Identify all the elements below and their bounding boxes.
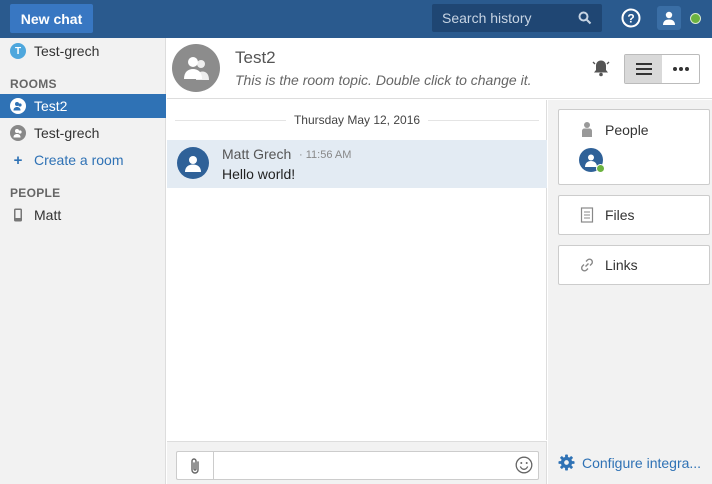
mobile-device-icon xyxy=(14,208,22,222)
sidebar-item-label: Test2 xyxy=(34,98,68,114)
room-header: Test2 This is the room topic. Double cli… xyxy=(167,38,712,99)
search-placeholder: Search history xyxy=(442,10,532,26)
message-input[interactable] xyxy=(213,451,539,480)
chat-message-area[interactable]: Thursday May 12, 2016 Matt Grech · 11:56… xyxy=(167,100,547,440)
sidebar-item-label: Test-grech xyxy=(34,125,100,141)
files-card-label: Files xyxy=(605,207,635,223)
notification-bell-icon[interactable] xyxy=(591,58,611,78)
top-bar: New chat Search history ? xyxy=(0,0,712,38)
gear-icon xyxy=(558,454,575,471)
presence-online-indicator[interactable] xyxy=(690,13,701,24)
search-icon xyxy=(578,11,592,25)
rooms-heading: ROOMS xyxy=(10,77,57,91)
sidebar-item-room-test-grech[interactable]: Test-grech xyxy=(0,121,166,145)
people-heading: PEOPLE xyxy=(10,186,61,200)
room-icon xyxy=(10,125,26,141)
view-toggle-group xyxy=(624,54,700,84)
link-icon xyxy=(580,258,594,272)
sidebar-item-label: Test-grech xyxy=(34,43,100,59)
create-room-link[interactable]: + Create a room xyxy=(0,148,166,172)
date-separator: Thursday May 12, 2016 xyxy=(167,112,547,128)
right-panel: People Files Links Configure integra... xyxy=(548,100,712,484)
file-icon xyxy=(580,207,594,223)
new-chat-button[interactable]: New chat xyxy=(10,4,93,33)
people-card-label: People xyxy=(605,122,649,138)
message-author[interactable]: Matt Grech xyxy=(222,146,291,162)
room-topic[interactable]: This is the room topic. Double click to … xyxy=(235,72,531,88)
svg-text:?: ? xyxy=(627,12,634,26)
people-card[interactable]: People xyxy=(558,109,710,185)
user-icon xyxy=(663,11,675,25)
room-avatar[interactable] xyxy=(172,44,220,92)
user-initial-badge: T xyxy=(10,43,26,59)
attach-file-button[interactable] xyxy=(176,451,213,480)
message-input-bar xyxy=(167,441,547,484)
configure-integrations-link[interactable]: Configure integra... xyxy=(558,454,701,471)
help-icon[interactable]: ? xyxy=(621,8,641,28)
configure-integrations-label: Configure integra... xyxy=(582,454,702,471)
sidebar: T Test-grech ROOMS Test2 Test-grech + Cr… xyxy=(0,38,166,484)
message-text: Hello world! xyxy=(222,166,296,182)
user-icon xyxy=(185,156,201,172)
list-view-button[interactable] xyxy=(625,55,662,83)
plus-icon: + xyxy=(13,151,23,169)
avatar[interactable] xyxy=(177,147,209,179)
sidebar-item-label: Matt xyxy=(34,207,62,223)
date-separator-text: Thursday May 12, 2016 xyxy=(293,113,421,127)
emoji-icon[interactable] xyxy=(515,456,533,474)
list-icon xyxy=(635,63,652,75)
paperclip-icon xyxy=(191,457,199,474)
chat-message[interactable]: Matt Grech · 11:56 AM Hello world! xyxy=(167,140,547,188)
room-title[interactable]: Test2 xyxy=(235,48,276,68)
files-card[interactable]: Files xyxy=(558,195,710,235)
room-icon xyxy=(184,57,209,80)
more-dots-icon xyxy=(672,67,689,71)
create-room-label: Create a room xyxy=(34,152,124,168)
more-options-button[interactable] xyxy=(662,55,699,83)
sidebar-item-person-matt[interactable]: Matt xyxy=(0,203,166,227)
links-card[interactable]: Links xyxy=(558,245,710,285)
person-icon xyxy=(582,122,592,137)
user-avatar-button[interactable] xyxy=(657,6,681,30)
room-icon xyxy=(10,98,26,114)
search-history-input[interactable]: Search history xyxy=(432,4,602,32)
sidebar-item-room-test2[interactable]: Test2 xyxy=(0,94,166,118)
message-time-value: 11:56 AM xyxy=(305,149,352,161)
message-timestamp: · 11:56 AM xyxy=(299,149,352,161)
links-card-label: Links xyxy=(605,257,638,273)
online-status-dot xyxy=(596,164,605,173)
sidebar-item-test-grech-direct[interactable]: T Test-grech xyxy=(0,39,166,63)
